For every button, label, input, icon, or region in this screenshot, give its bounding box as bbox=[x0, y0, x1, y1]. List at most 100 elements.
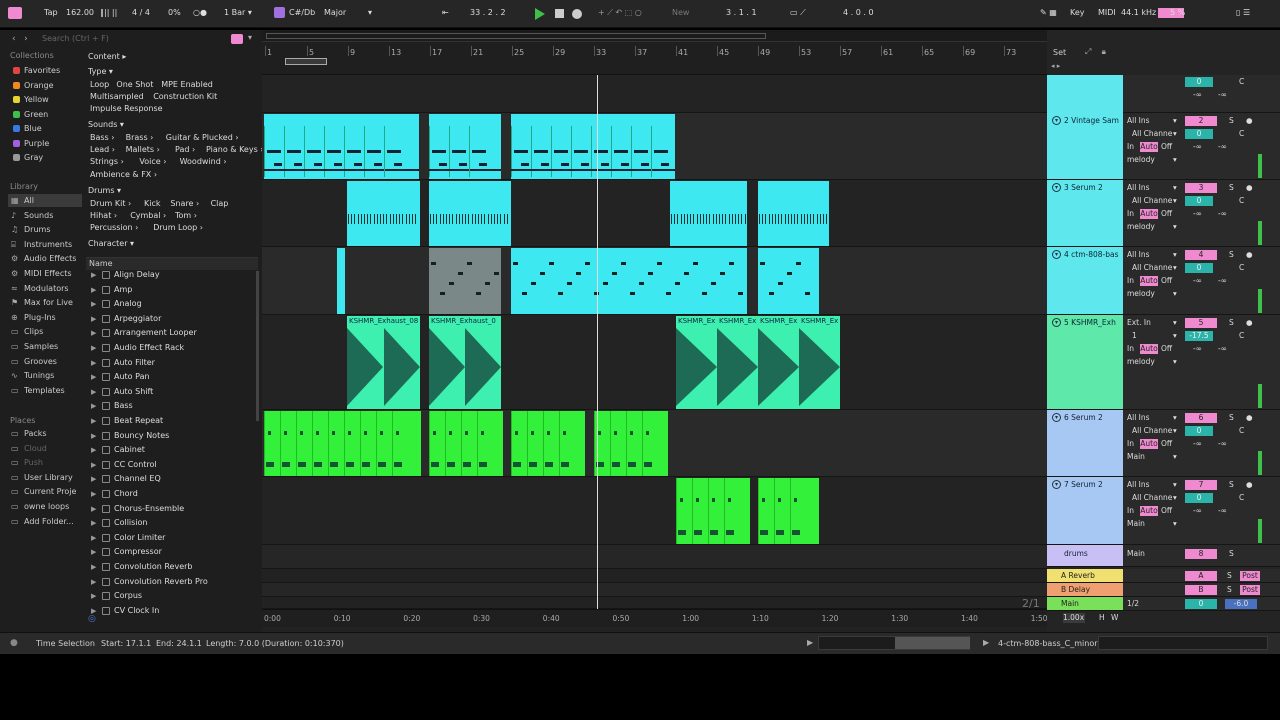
overdub-icon[interactable]: + ⟋ ↶ ⬚ ○ bbox=[598, 6, 642, 20]
chevron-down-icon[interactable]: ▾ bbox=[1173, 426, 1177, 436]
scale-mode-icon[interactable] bbox=[274, 7, 285, 18]
list-item[interactable]: ▶ Convolution Reverb Pro bbox=[86, 575, 256, 589]
expand-arrow-icon[interactable]: ▶ bbox=[91, 487, 96, 501]
places-item[interactable]: ▭ owne loops bbox=[8, 500, 82, 513]
key-select[interactable]: C#/Db bbox=[289, 6, 315, 20]
chevron-down-icon[interactable]: ▾ bbox=[1173, 129, 1177, 139]
expand-arrow-icon[interactable]: ▶ bbox=[91, 283, 96, 297]
chevron-down-icon[interactable]: ▾ bbox=[1173, 480, 1177, 490]
clip-overview[interactable] bbox=[818, 636, 970, 650]
monitor-off[interactable]: Off bbox=[1161, 439, 1172, 449]
list-item[interactable]: ▶ Auto Shift bbox=[86, 385, 256, 399]
track-head[interactable]: ▾ 6 Serum 2 bbox=[1047, 410, 1123, 477]
expand-arrow-icon[interactable]: ▶ bbox=[91, 516, 96, 530]
filter-tag[interactable]: Tom › bbox=[175, 210, 197, 222]
zoom-field[interactable]: 1.00x bbox=[1063, 613, 1085, 623]
input-channel[interactable]: 1 bbox=[1132, 331, 1179, 341]
clip[interactable] bbox=[264, 411, 421, 476]
filter-tag[interactable]: One Shot bbox=[116, 79, 153, 91]
monitor-auto[interactable]: Auto bbox=[1140, 439, 1158, 449]
output-select[interactable]: Main bbox=[1127, 519, 1179, 529]
groove-amount[interactable]: 0% bbox=[168, 6, 181, 20]
list-scrollbar[interactable] bbox=[256, 271, 259, 421]
library-item[interactable]: ⌸ Instruments bbox=[8, 238, 82, 251]
expand-arrow-icon[interactable]: ▶ bbox=[91, 399, 96, 413]
volume-field[interactable]: 0 bbox=[1185, 493, 1213, 503]
input-channel[interactable]: All Channe bbox=[1132, 129, 1179, 139]
filter-tag[interactable]: Multisampled bbox=[90, 91, 144, 103]
chevron-down-icon[interactable]: ▾ bbox=[1173, 196, 1177, 206]
post-button[interactable]: Post bbox=[1240, 585, 1260, 595]
output-select[interactable]: melody bbox=[1127, 222, 1179, 232]
loop-start[interactable]: 3 . 1 . 1 bbox=[726, 6, 757, 20]
monitor-in[interactable]: In bbox=[1127, 276, 1134, 286]
list-item[interactable]: ▶ Compressor bbox=[86, 545, 256, 559]
solo-button[interactable]: S bbox=[1229, 318, 1234, 328]
new-button[interactable]: New bbox=[672, 6, 689, 20]
filter-tag[interactable]: Drum Loop › bbox=[153, 222, 203, 234]
clip[interactable] bbox=[676, 478, 750, 544]
expand-arrow-icon[interactable]: ▶ bbox=[91, 560, 96, 574]
drums-filter[interactable]: Drums ▾ bbox=[88, 185, 121, 197]
monitor-in[interactable]: In bbox=[1127, 439, 1134, 449]
arm-icon[interactable]: ● bbox=[1246, 116, 1253, 126]
arm-icon[interactable]: ● bbox=[1246, 183, 1253, 193]
monitor-in[interactable]: In bbox=[1127, 506, 1134, 516]
list-item[interactable]: ▶ Channel EQ bbox=[86, 472, 256, 486]
clip[interactable] bbox=[337, 248, 345, 314]
filter-tag[interactable]: Percussion › bbox=[90, 222, 138, 234]
chevron-down-icon[interactable]: ▾ bbox=[1173, 263, 1177, 273]
solo-button[interactable]: S bbox=[1229, 413, 1234, 423]
clip[interactable] bbox=[264, 114, 419, 179]
fold-icon[interactable]: ▾ bbox=[1052, 116, 1061, 125]
input-channel[interactable]: All Channe bbox=[1132, 196, 1179, 206]
draw-mode-icon[interactable]: ✎ ▦ bbox=[1040, 6, 1057, 20]
collection-item[interactable]: Purple bbox=[8, 137, 82, 150]
track-1-head[interactable] bbox=[1047, 75, 1123, 113]
expand-arrow-icon[interactable]: ▶ bbox=[91, 297, 96, 311]
pan-field[interactable]: C bbox=[1239, 493, 1244, 503]
monitor-in[interactable]: In bbox=[1127, 344, 1134, 354]
list-item[interactable]: ▶ Color Limiter bbox=[86, 531, 256, 545]
solo-button[interactable]: S bbox=[1229, 183, 1234, 193]
filter-tag[interactable]: Voice › bbox=[139, 156, 166, 168]
library-item[interactable]: ⚙ Audio Effects bbox=[8, 252, 82, 265]
play-icon-2[interactable]: ▶ bbox=[983, 638, 989, 647]
library-item[interactable]: ≈ Modulators bbox=[8, 282, 82, 295]
solo-button[interactable]: S bbox=[1229, 480, 1234, 490]
chevron-down-icon[interactable]: ▾ bbox=[1173, 357, 1177, 367]
pan-field[interactable]: C bbox=[1239, 331, 1244, 341]
input-channel[interactable]: All Channe bbox=[1132, 493, 1179, 503]
list-item[interactable]: ▶ Convolution Reverb bbox=[86, 560, 256, 574]
info-icon[interactable]: ● bbox=[10, 638, 18, 648]
filter-tag[interactable]: Snare › bbox=[170, 198, 199, 210]
collection-item[interactable]: Gray bbox=[8, 151, 82, 164]
filter-tag[interactable]: Brass › bbox=[126, 132, 154, 144]
track-1-send[interactable]: 0 bbox=[1185, 77, 1213, 87]
track-number[interactable]: 7 bbox=[1185, 480, 1217, 490]
scale-select[interactable]: Major ▾ bbox=[324, 6, 374, 20]
filter-tag[interactable]: Piano & Keys › bbox=[206, 144, 263, 156]
pan-field[interactable]: C bbox=[1239, 263, 1244, 273]
clip[interactable] bbox=[758, 181, 829, 246]
expand-arrow-icon[interactable]: ▶ bbox=[91, 429, 96, 443]
input-type[interactable]: All Ins bbox=[1127, 116, 1179, 126]
list-item[interactable]: ▶ CC Control bbox=[86, 458, 256, 472]
stop-button[interactable] bbox=[555, 9, 564, 18]
overview-icon[interactable]: ▯ ☰ bbox=[1236, 6, 1250, 20]
volume-field[interactable]: 0 bbox=[1185, 196, 1213, 206]
library-item[interactable]: ▭ Grooves bbox=[8, 355, 82, 368]
list-item[interactable]: ▶ Auto Pan bbox=[86, 370, 256, 384]
filter-tag[interactable]: Pad › bbox=[175, 144, 195, 156]
h-button[interactable]: H bbox=[1099, 613, 1105, 623]
list-item[interactable]: ▶ Cabinet bbox=[86, 443, 256, 457]
solo-button[interactable]: S bbox=[1227, 571, 1232, 581]
places-item[interactable]: ▭ Push bbox=[8, 456, 82, 469]
chevron-down-icon[interactable]: ▾ bbox=[1173, 183, 1177, 193]
loop-length[interactable]: 4 . 0 . 0 bbox=[843, 6, 874, 20]
clip[interactable] bbox=[429, 411, 503, 476]
filter-tag[interactable]: Construction Kit bbox=[153, 91, 217, 103]
volume-field[interactable]: 0 bbox=[1185, 426, 1213, 436]
list-item[interactable]: ▶ Beat Repeat bbox=[86, 414, 256, 428]
monitor-off[interactable]: Off bbox=[1161, 506, 1172, 516]
